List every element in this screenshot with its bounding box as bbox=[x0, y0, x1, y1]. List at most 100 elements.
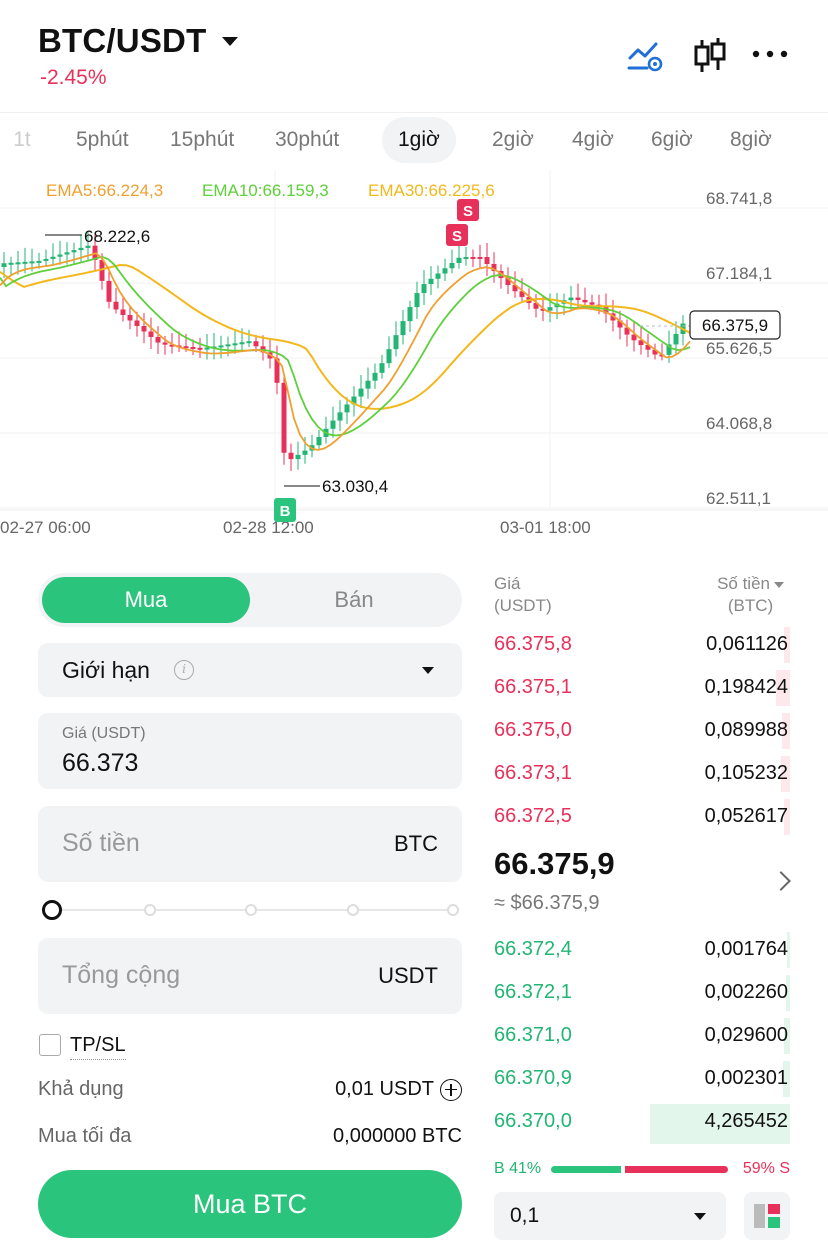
candle-body bbox=[288, 452, 294, 460]
pair-name[interactable]: BTC/USDT bbox=[38, 22, 206, 60]
candle-body bbox=[463, 257, 469, 260]
candle-body bbox=[232, 343, 238, 346]
bid-row[interactable]: 66.370,9 0,002301 bbox=[494, 1061, 790, 1097]
info-icon[interactable]: i bbox=[174, 660, 194, 680]
tpsl-label[interactable]: TP/SL bbox=[70, 1034, 126, 1060]
candle-body bbox=[400, 321, 406, 336]
price-step-select[interactable]: 0,1 bbox=[494, 1192, 726, 1240]
candle-body bbox=[197, 347, 203, 350]
bid-row[interactable]: 66.372,1 0,002260 bbox=[494, 975, 790, 1011]
total-input[interactable]: Tổng cộng bbox=[62, 961, 180, 990]
candle-body bbox=[78, 247, 84, 251]
candlestick-chart[interactable]: EMA5:66.224,3 EMA10:66.159,3 EMA30:66.22… bbox=[0, 170, 828, 540]
x-tick-2: 02-28 12:00 bbox=[223, 518, 314, 537]
price-field[interactable]: Giá (USDT) 66.373 bbox=[38, 713, 462, 789]
price-header-line2: (USDT) bbox=[494, 596, 552, 615]
candle-body bbox=[386, 349, 392, 364]
candle-body bbox=[64, 252, 70, 255]
slider-step-25[interactable] bbox=[144, 904, 156, 916]
candle-body bbox=[29, 261, 35, 264]
more-icon[interactable] bbox=[750, 36, 790, 76]
ask-row[interactable]: 66.375,0 0,089988 bbox=[494, 713, 790, 749]
tab-4h[interactable]: 4giờ bbox=[572, 117, 614, 163]
ask-qty: 0,061126 bbox=[706, 633, 788, 655]
slider-step-75[interactable] bbox=[347, 904, 359, 916]
tab-15m[interactable]: 15phút bbox=[170, 117, 234, 163]
bid-row[interactable]: 66.371,0 0,029600 bbox=[494, 1018, 790, 1054]
candle-body bbox=[316, 437, 322, 446]
candle-body bbox=[449, 263, 455, 269]
candle-body bbox=[582, 299, 588, 303]
amount-field[interactable]: Số tiền BTC bbox=[38, 806, 462, 882]
y-tick-2: 67.184,1 bbox=[706, 264, 772, 283]
tab-sell[interactable]: Bán bbox=[250, 577, 458, 623]
sell-signal-2[interactable]: S bbox=[446, 224, 468, 246]
candle-body bbox=[218, 345, 224, 348]
tab-buy[interactable]: Mua bbox=[42, 577, 250, 623]
caret-down-icon[interactable] bbox=[222, 36, 239, 46]
candle-body bbox=[281, 382, 287, 453]
chart-signal-icon[interactable] bbox=[626, 36, 666, 76]
candle-body bbox=[141, 325, 147, 332]
candle-body bbox=[372, 372, 378, 381]
candle-body bbox=[162, 342, 168, 345]
tab-1t[interactable]: 1t bbox=[0, 117, 44, 163]
price-input[interactable]: 66.373 bbox=[62, 749, 138, 778]
buy-btc-button[interactable]: Mua BTC bbox=[38, 1170, 462, 1238]
low-marker-label: 63.030,4 bbox=[322, 477, 388, 496]
amount-slider[interactable] bbox=[42, 900, 462, 920]
candle-body bbox=[379, 363, 385, 373]
chevron-right-icon[interactable] bbox=[771, 871, 791, 891]
max-buy-value: 0,000000 BTC bbox=[333, 1125, 462, 1147]
amount-input[interactable]: Số tiền bbox=[62, 829, 140, 858]
sell-signal-1[interactable]: S bbox=[457, 199, 479, 221]
y-tick-4: 64.068,8 bbox=[706, 414, 772, 433]
candle-body bbox=[442, 268, 448, 274]
slider-step-50[interactable] bbox=[245, 904, 257, 916]
candlestick-icon[interactable] bbox=[690, 36, 730, 76]
amount-header-line1: Số tiền bbox=[717, 574, 770, 593]
sell-signal-label: S bbox=[463, 203, 473, 220]
slider-handle[interactable] bbox=[42, 900, 62, 920]
tpsl-checkbox[interactable] bbox=[39, 1034, 61, 1056]
tab-8h[interactable]: 8giờ bbox=[730, 117, 772, 163]
ask-row[interactable]: 66.372,5 0,052617 bbox=[494, 799, 790, 835]
price-chart[interactable]: EMA5:66.224,3 EMA10:66.159,3 EMA30:66.22… bbox=[0, 170, 828, 540]
candle-body bbox=[36, 260, 42, 263]
tab-1h[interactable]: 1giờ bbox=[382, 117, 456, 163]
orderbook-view-toggle[interactable] bbox=[744, 1192, 790, 1240]
buy-signal[interactable]: B bbox=[274, 498, 296, 522]
ask-qty: 0,052617 bbox=[704, 805, 788, 827]
ask-qty: 0,198424 bbox=[704, 676, 788, 698]
ask-row[interactable]: 66.375,1 0,198424 bbox=[494, 670, 790, 706]
sell-signal-label: S bbox=[452, 228, 462, 245]
candle-body bbox=[8, 262, 14, 265]
tab-30m[interactable]: 30phút bbox=[275, 117, 339, 163]
candle-body bbox=[50, 256, 56, 259]
buy-ratio-bar bbox=[551, 1166, 621, 1173]
ask-row[interactable]: 66.375,8 0,061126 bbox=[494, 627, 790, 663]
pair-selector[interactable]: BTC/USDT bbox=[38, 22, 239, 60]
deposit-plus-icon[interactable] bbox=[440, 1078, 462, 1101]
max-buy-label: Mua tối đa bbox=[38, 1125, 132, 1147]
bid-row[interactable]: 66.372,4 0,001764 bbox=[494, 932, 790, 968]
tab-2h[interactable]: 2giờ bbox=[492, 117, 534, 163]
candle-body bbox=[344, 404, 350, 413]
orderbook-header: Giá (USDT) Số tiền (BTC) bbox=[494, 573, 794, 623]
total-field[interactable]: Tổng cộng USDT bbox=[38, 938, 462, 1014]
bid-row[interactable]: 66.370,0 4,265452 bbox=[494, 1104, 790, 1144]
total-unit: USDT bbox=[378, 963, 438, 988]
caret-down-icon bbox=[774, 581, 784, 588]
slider-step-100[interactable] bbox=[447, 904, 459, 916]
candle-body bbox=[43, 258, 49, 261]
available-label: Khả dụng bbox=[38, 1078, 124, 1100]
buy-ratio: B 41% bbox=[494, 1160, 542, 1177]
orderbook-amount-header[interactable]: Số tiền (BTC) bbox=[717, 573, 784, 617]
buy-sell-ratio: B 41% 59% S bbox=[494, 1160, 790, 1180]
caret-down-icon bbox=[422, 667, 434, 674]
tab-5m[interactable]: 5phút bbox=[76, 117, 129, 163]
last-price-usd: ≈ $66.375,9 bbox=[494, 892, 600, 914]
ask-row[interactable]: 66.373,1 0,105232 bbox=[494, 756, 790, 792]
tab-6h[interactable]: 6giờ bbox=[651, 117, 693, 163]
order-type-select[interactable]: Giới hạn i bbox=[38, 643, 462, 697]
